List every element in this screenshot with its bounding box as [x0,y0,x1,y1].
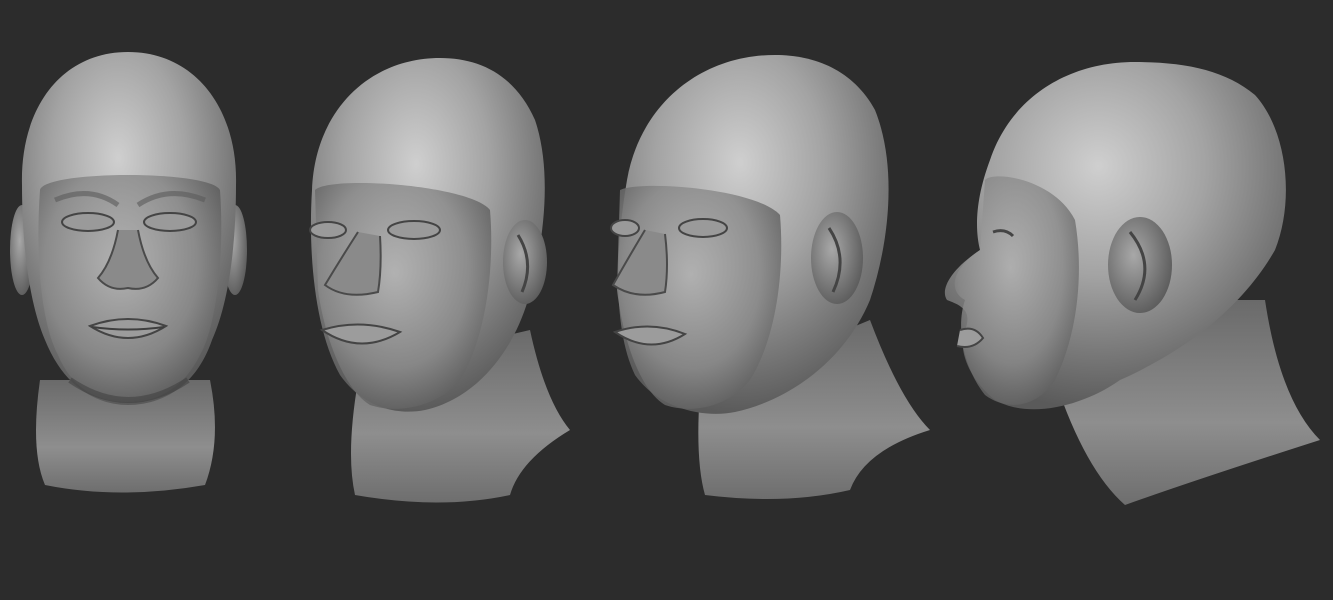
head-three-quarter-deep-view [610,55,930,499]
head-profile-view [944,62,1320,505]
render-viewport [0,0,1333,600]
head-front-view [10,52,247,493]
head-three-quarter-view [309,58,570,503]
